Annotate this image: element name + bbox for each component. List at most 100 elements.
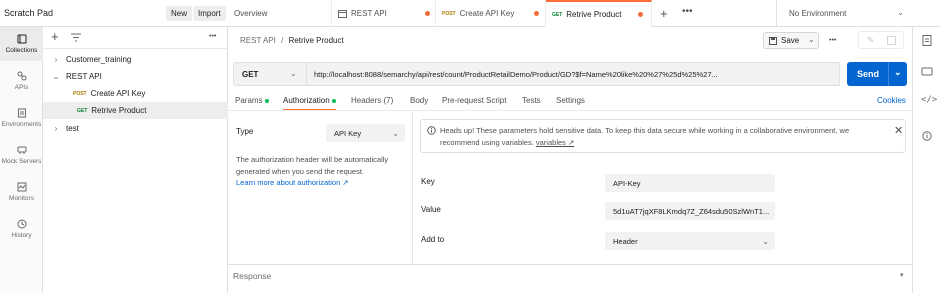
- rail-monitors[interactable]: Monitors: [0, 175, 43, 209]
- tab-create-api-key[interactable]: POST Create API Key: [436, 0, 546, 27]
- breadcrumb-parent[interactable]: REST API: [240, 36, 276, 45]
- environment-label: No Environment: [789, 8, 847, 18]
- rail-environments[interactable]: Environments: [0, 101, 43, 135]
- workspace-title: Scratch Pad: [4, 8, 54, 18]
- tab-label: Create API Key: [459, 9, 515, 18]
- send-divider: [888, 62, 889, 86]
- add-to-select[interactable]: Header ⌄: [605, 232, 775, 250]
- subtab-label: Tests: [522, 96, 541, 105]
- breadcrumb: REST API / Retrive Product: [240, 36, 344, 45]
- method-badge: GET: [552, 11, 563, 18]
- send-button[interactable]: Send ⌄: [847, 62, 907, 86]
- save-button[interactable]: Save ⌄: [763, 32, 819, 49]
- collections-icon: [17, 34, 26, 44]
- subtabs-divider: [228, 110, 912, 111]
- active-dot: [264, 98, 269, 103]
- tab-headers[interactable]: Headers (7): [351, 96, 393, 105]
- filter-icon[interactable]: [71, 33, 81, 42]
- tree-item-rest-api[interactable]: ⌄ REST API: [43, 68, 228, 85]
- rail-label: Mock Servers: [1, 158, 42, 165]
- add-collection-icon[interactable]: +: [51, 29, 59, 44]
- environments-icon: [17, 108, 26, 118]
- chevron-down-icon[interactable]: ▾: [900, 271, 904, 279]
- cookies-link[interactable]: Cookies: [877, 96, 906, 105]
- tree-item-label: REST API: [66, 72, 102, 81]
- tab-tests[interactable]: Tests: [522, 96, 541, 105]
- add-tab-icon[interactable]: +: [660, 6, 668, 21]
- rail-label: History: [11, 232, 32, 239]
- edit-toggle[interactable]: ✎: [858, 31, 904, 49]
- tab-body[interactable]: Body: [410, 96, 428, 105]
- new-button[interactable]: New: [166, 6, 193, 21]
- rail-mock-servers[interactable]: Mock Servers: [0, 138, 43, 172]
- chevron-down-icon: ⌄: [52, 72, 60, 81]
- key-label: Key: [421, 177, 435, 186]
- tab-settings[interactable]: Settings: [556, 96, 585, 105]
- rail-label: Monitors: [9, 195, 34, 202]
- value-value: 5d1uAT7jqXF8LKmdq7Z_Z64sdu50SzlWnT1...: [613, 206, 770, 216]
- more-tabs-icon[interactable]: •••: [682, 6, 693, 17]
- variables-link[interactable]: variables ↗: [536, 138, 574, 147]
- learn-more-link[interactable]: Learn more about authorization ↗: [236, 178, 349, 187]
- breadcrumb-separator: /: [281, 36, 284, 45]
- chevron-down-icon: ⌄: [290, 69, 297, 78]
- auth-type-panel: Type API Key ⌄ The authorization header …: [228, 112, 413, 264]
- method-badge: POST: [73, 90, 87, 97]
- info-icon[interactable]: [922, 131, 932, 141]
- subtab-label: Pre-request Script: [442, 96, 507, 105]
- active-dot: [331, 98, 336, 103]
- tree-item-customer-training[interactable]: › Customer_training: [43, 51, 228, 68]
- value-label: Value: [421, 205, 441, 214]
- right-rail: </>: [912, 27, 940, 293]
- method-badge: POST: [442, 10, 456, 17]
- tab-authorization[interactable]: Authorization: [283, 96, 336, 111]
- rail-label: Environments: [1, 121, 42, 128]
- rail-label: Collections: [5, 47, 38, 54]
- request-more-icon[interactable]: •••: [829, 37, 836, 44]
- code-icon[interactable]: </>: [921, 95, 937, 105]
- rail-history[interactable]: History: [0, 212, 43, 246]
- tab-overview[interactable]: Overview: [228, 0, 332, 27]
- auth-type-select[interactable]: API Key ⌄: [326, 124, 405, 142]
- tree-item-label: test: [66, 124, 79, 133]
- rail-collections[interactable]: Collections: [0, 27, 43, 61]
- auth-description: The authorization header will be automat…: [236, 155, 389, 176]
- tab-retrive-product[interactable]: GET Retrive Product: [546, 0, 652, 27]
- chevron-right-icon: ›: [54, 55, 58, 64]
- auth-type-value: API Key: [334, 128, 362, 138]
- history-icon: [17, 219, 26, 229]
- add-to-label: Add to: [421, 235, 445, 244]
- tree-item-test[interactable]: › test: [43, 120, 228, 137]
- tab-pre-request-script[interactable]: Pre-request Script: [442, 96, 506, 105]
- key-value: API-Key: [613, 178, 641, 188]
- comment-icon: [887, 36, 896, 45]
- documentation-icon[interactable]: [922, 35, 932, 46]
- subtab-label: Authorization: [283, 96, 330, 105]
- chevron-down-icon[interactable]: ⌄: [894, 67, 902, 78]
- warning-text: Heads up! These parameters hold sensitiv…: [440, 126, 850, 147]
- rail-apis[interactable]: APIs: [0, 64, 43, 98]
- import-button[interactable]: Import: [193, 6, 226, 21]
- rail-label: APIs: [14, 84, 29, 91]
- close-icon[interactable]: ✕: [894, 124, 903, 137]
- mock-servers-icon: [17, 146, 26, 154]
- key-input[interactable]: API-Key: [605, 174, 775, 192]
- subtab-label: Body: [410, 96, 429, 105]
- response-label: Response: [233, 271, 272, 281]
- send-label: Send: [857, 69, 880, 79]
- url-input[interactable]: http://localhost:8088/semarchy/api/rest/…: [307, 62, 840, 86]
- tree-item-create-api-key[interactable]: POST Create API Key: [43, 85, 228, 102]
- comments-icon[interactable]: [921, 67, 933, 77]
- tree-item-retrive-product[interactable]: GET Retrive Product: [43, 102, 228, 119]
- unsaved-dot: [534, 11, 539, 16]
- tree-item-label: Retrive Product: [91, 106, 147, 115]
- method-select[interactable]: GET ⌄: [233, 62, 307, 86]
- value-input[interactable]: 5d1uAT7jqXF8LKmdq7Z_Z64sdu50SzlWnT1...: [605, 202, 775, 220]
- environment-select[interactable]: No Environment ⌄: [776, 0, 912, 27]
- tab-rest-api[interactable]: REST API: [332, 0, 436, 27]
- tab-params[interactable]: Params: [235, 96, 269, 105]
- tree-more-icon[interactable]: •••: [209, 33, 216, 40]
- subtab-label: Params: [235, 96, 263, 105]
- response-panel[interactable]: Response ▾: [228, 264, 912, 293]
- unsaved-dot: [425, 11, 430, 16]
